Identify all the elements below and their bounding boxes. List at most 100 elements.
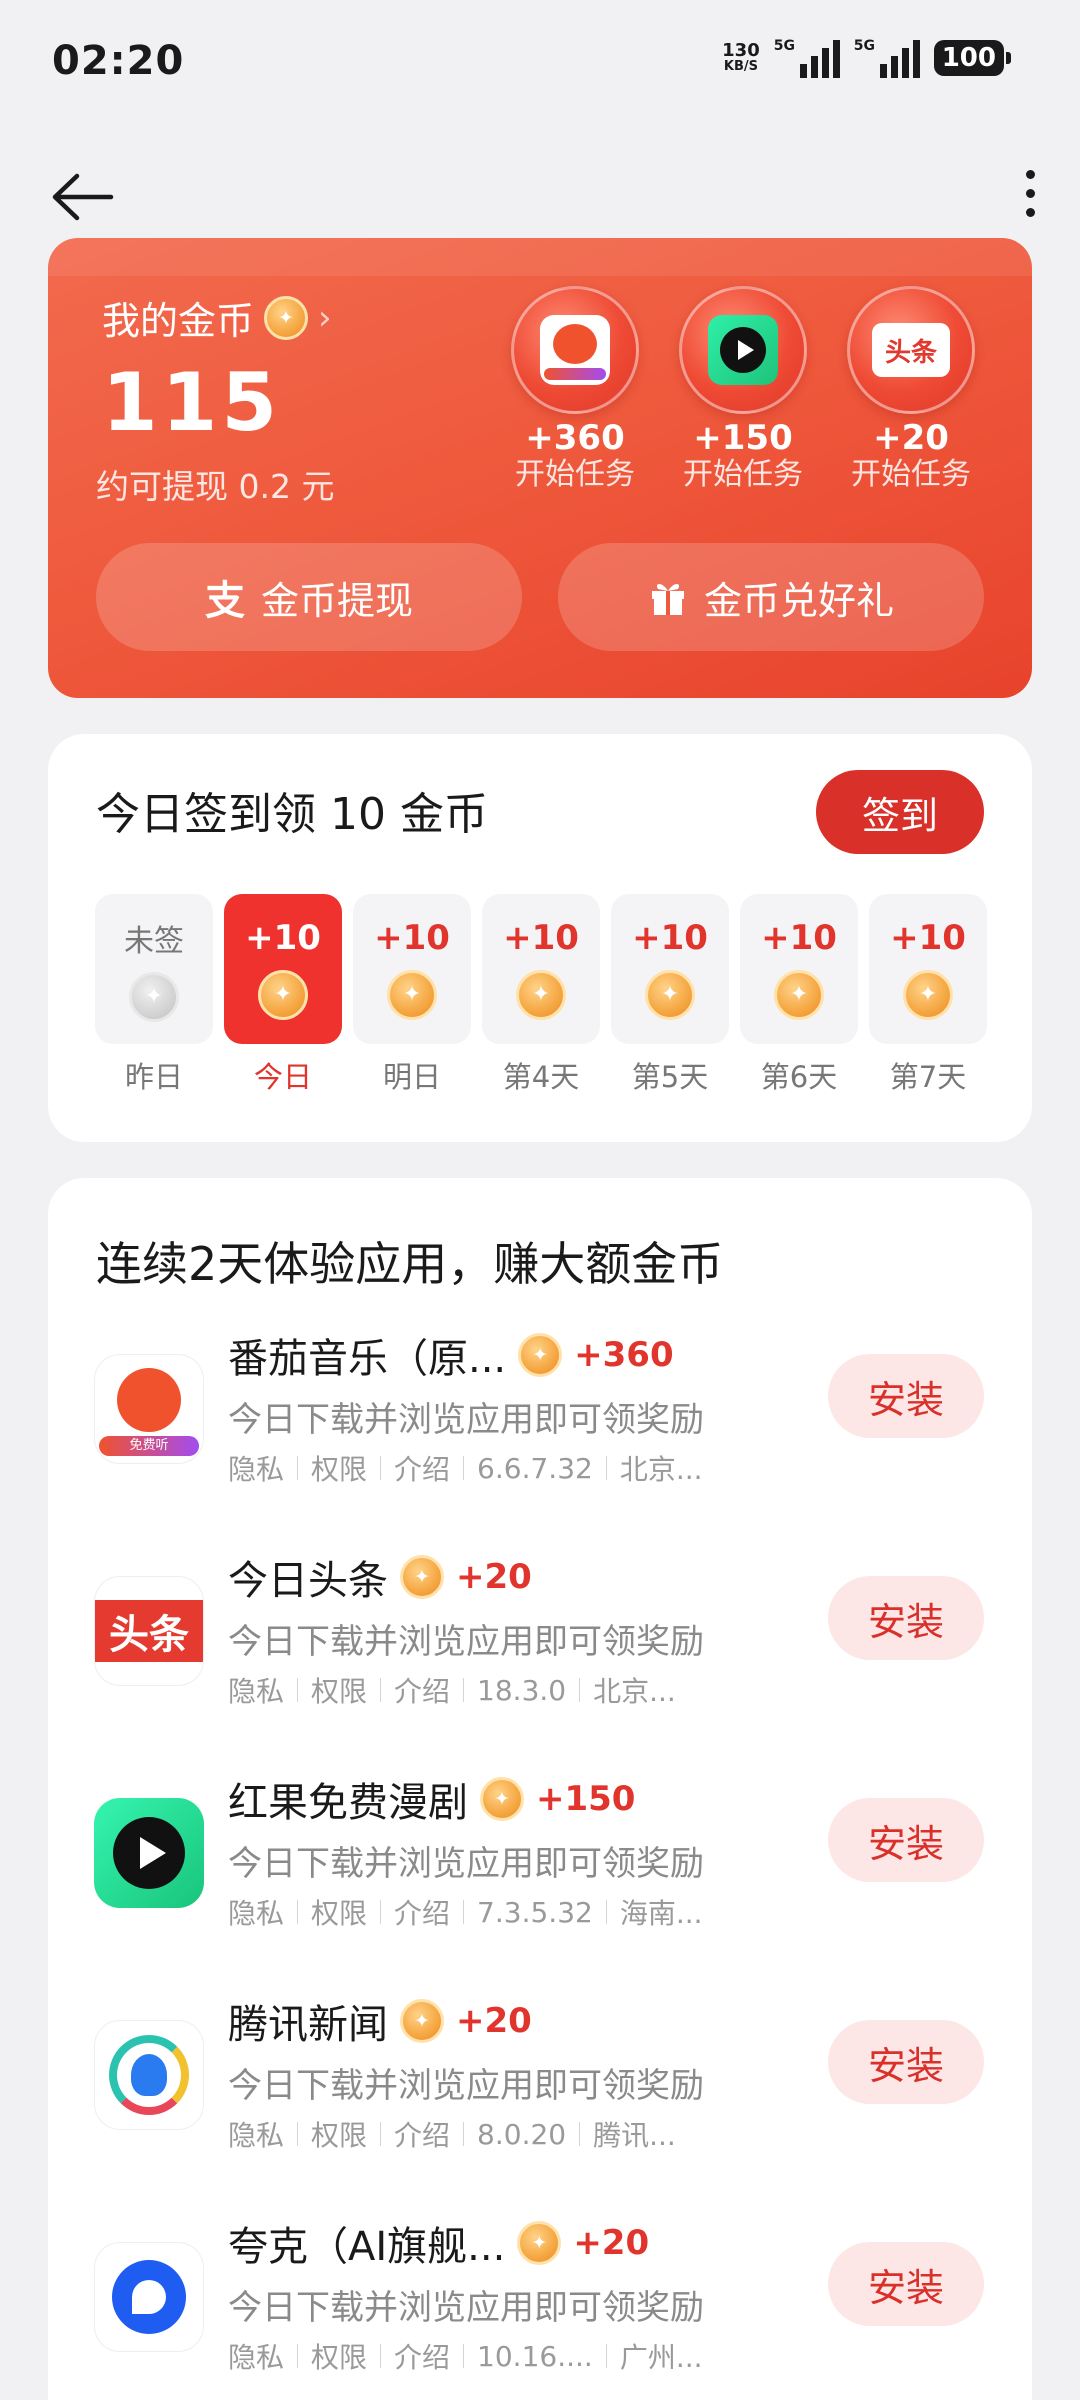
app-developer: 腾讯...: [593, 2119, 676, 2152]
sign-in-days: 未签 昨日 +10 今日 +10 明日 +10 第4天 +10 第5天 +10 …: [95, 894, 987, 1096]
alipay-icon: 支: [204, 578, 245, 624]
toutiao-icon: 头条: [94, 1576, 204, 1686]
list-item[interactable]: 腾讯新闻 +20 今日下载并浏览应用即可领奖励 隐私 权限 介绍 8.0.20 …: [48, 1992, 1032, 2172]
back-arrow-icon: [52, 173, 114, 221]
app-meta: 隐私 权限 介绍 8.0.20 腾讯...: [228, 2114, 676, 2154]
app-name: 番茄音乐（原...: [228, 1336, 507, 1382]
app-reward: +360: [574, 1335, 674, 1375]
privacy-link[interactable]: 隐私: [228, 1670, 284, 1710]
more-dot-icon: [1025, 169, 1035, 179]
app-version: 18.3.0: [477, 1673, 567, 1707]
permission-link[interactable]: 权限: [311, 2336, 367, 2376]
install-button[interactable]: 安装: [828, 1576, 984, 1660]
app-name: 红果免费漫剧: [228, 1780, 468, 1826]
permission-link[interactable]: 权限: [311, 1892, 367, 1932]
redeem-gift-button[interactable]: 金币兑好礼: [558, 543, 984, 651]
app-name: 今日头条: [228, 1558, 388, 1604]
coin-icon: [517, 2221, 562, 2265]
gift-icon: [651, 584, 684, 615]
status-icons: 130 KB/S 5G 5G 100: [722, 38, 1012, 78]
privacy-link[interactable]: 隐私: [228, 1448, 284, 1488]
app-developer: 广州...: [619, 2341, 703, 2374]
my-coins-link[interactable]: 我的金币 ›: [102, 290, 332, 345]
quark-icon: [94, 2242, 204, 2352]
hongguo-drama-icon: [708, 315, 778, 385]
intro-link[interactable]: 介绍: [394, 1670, 450, 1710]
intro-link[interactable]: 介绍: [394, 2336, 450, 2376]
intro-link[interactable]: 介绍: [394, 2114, 450, 2154]
app-description: 今日下载并浏览应用即可领奖励: [228, 1622, 704, 1662]
task-hongguo-drama[interactable]: +150 开始任务: [668, 286, 818, 492]
intro-link[interactable]: 介绍: [394, 1448, 450, 1488]
more-options-button[interactable]: [1000, 158, 1060, 228]
app-version: 8.0.20: [477, 2117, 567, 2151]
withdraw-button[interactable]: 支 金币提现: [96, 543, 522, 651]
app-name: 夸克（AI旗舰...: [228, 2224, 506, 2270]
app-reward: +20: [456, 2001, 532, 2041]
day-7: +10 第7天: [869, 894, 987, 1096]
app-reward: +20: [456, 1557, 532, 1597]
list-item[interactable]: 红果免费漫剧 +150 今日下载并浏览应用即可领奖励 隐私 权限 介绍 7.3.…: [48, 1770, 1032, 1950]
app-name: 腾讯新闻: [228, 2002, 388, 2048]
coin-icon: [387, 970, 437, 1020]
coin-icon: [518, 1333, 563, 1377]
toutiao-icon: 头条: [872, 323, 950, 377]
app-reward: +20: [573, 2223, 650, 2263]
coin-icon: [480, 1777, 524, 1821]
coin-icon: [516, 970, 566, 1020]
coin-icon: [264, 295, 309, 340]
coin-icon: [258, 970, 308, 1020]
install-button[interactable]: 安装: [828, 1798, 984, 1882]
install-button[interactable]: 安装: [828, 2242, 984, 2326]
privacy-link[interactable]: 隐私: [228, 2114, 284, 2154]
coin-balance: 115: [102, 356, 281, 449]
list-item[interactable]: 夸克（AI旗舰... +20 今日下载并浏览应用即可领奖励 隐私 权限 介绍 1…: [48, 2214, 1032, 2394]
back-button[interactable]: [48, 162, 118, 232]
install-button[interactable]: 安装: [828, 1354, 984, 1438]
app-description: 今日下载并浏览应用即可领奖励: [228, 2066, 704, 2106]
day-4: +10 第4天: [482, 894, 600, 1096]
app-meta: 隐私 权限 介绍 6.6.7.32 北京...: [228, 1448, 703, 1488]
coin-icon: [774, 970, 824, 1020]
coin-icon: [645, 970, 695, 1020]
task-tomato-music[interactable]: +360 开始任务: [500, 286, 650, 492]
tencent-news-icon: [94, 2020, 204, 2130]
app-version: 7.3.5.32: [477, 1895, 593, 1929]
network-speed: 130 KB/S: [722, 40, 760, 74]
coin-icon: [903, 970, 953, 1020]
signal-icon: 5G: [774, 38, 840, 78]
permission-link[interactable]: 权限: [311, 1670, 367, 1710]
app-meta: 隐私 权限 介绍 10.16.... 广州...: [228, 2336, 703, 2376]
app-developer: 北京...: [619, 1453, 703, 1486]
hongguo-drama-icon: [94, 1798, 204, 1908]
status-bar: 02:20 130 KB/S 5G 5G 100: [0, 0, 1080, 120]
tomato-music-icon: [540, 315, 610, 385]
list-item[interactable]: 免费听 番茄音乐（原... +360 今日下载并浏览应用即可领奖励 隐私 权限 …: [48, 1326, 1032, 1506]
sign-in-title: 今日签到领 10 金币: [96, 789, 488, 840]
privacy-link[interactable]: 隐私: [228, 2336, 284, 2376]
daily-sign-in-card: 今日签到领 10 金币 签到 未签 昨日 +10 今日 +10 明日 +10 第…: [48, 734, 1032, 1142]
apps-section-title: 连续2天体验应用，赚大额金币: [96, 1237, 724, 1291]
day-yesterday: 未签 昨日: [95, 894, 213, 1096]
day-today[interactable]: +10 今日: [224, 894, 342, 1096]
app-reward: +150: [536, 1779, 636, 1819]
app-version: 6.6.7.32: [477, 1451, 593, 1485]
app-tasks-card: 连续2天体验应用，赚大额金币 免费听 番茄音乐（原... +360 今日下载并浏…: [48, 1178, 1032, 2400]
coin-icon: [400, 1999, 444, 2043]
app-meta: 隐私 权限 介绍 18.3.0 北京...: [228, 1670, 676, 1710]
coin-balance-card: 我的金币 › 115 约可提现 0.2 元 +360 开始任务 +150 开始任…: [48, 238, 1032, 698]
list-item[interactable]: 头条 今日头条 +20 今日下载并浏览应用即可领奖励 隐私 权限 介绍 18.3…: [48, 1548, 1032, 1728]
install-button[interactable]: 安装: [828, 2020, 984, 2104]
app-description: 今日下载并浏览应用即可领奖励: [228, 2288, 704, 2328]
app-version: 10.16....: [477, 2339, 593, 2373]
sign-in-button[interactable]: 签到: [816, 770, 984, 854]
permission-link[interactable]: 权限: [311, 1448, 367, 1488]
day-6: +10 第6天: [740, 894, 858, 1096]
permission-link[interactable]: 权限: [311, 2114, 367, 2154]
privacy-link[interactable]: 隐私: [228, 1892, 284, 1932]
chevron-right-icon: ›: [318, 297, 332, 338]
task-toutiao[interactable]: 头条 +20 开始任务: [836, 286, 986, 492]
coin-icon: [129, 972, 179, 1022]
status-time: 02:20: [52, 38, 185, 84]
intro-link[interactable]: 介绍: [394, 1892, 450, 1932]
